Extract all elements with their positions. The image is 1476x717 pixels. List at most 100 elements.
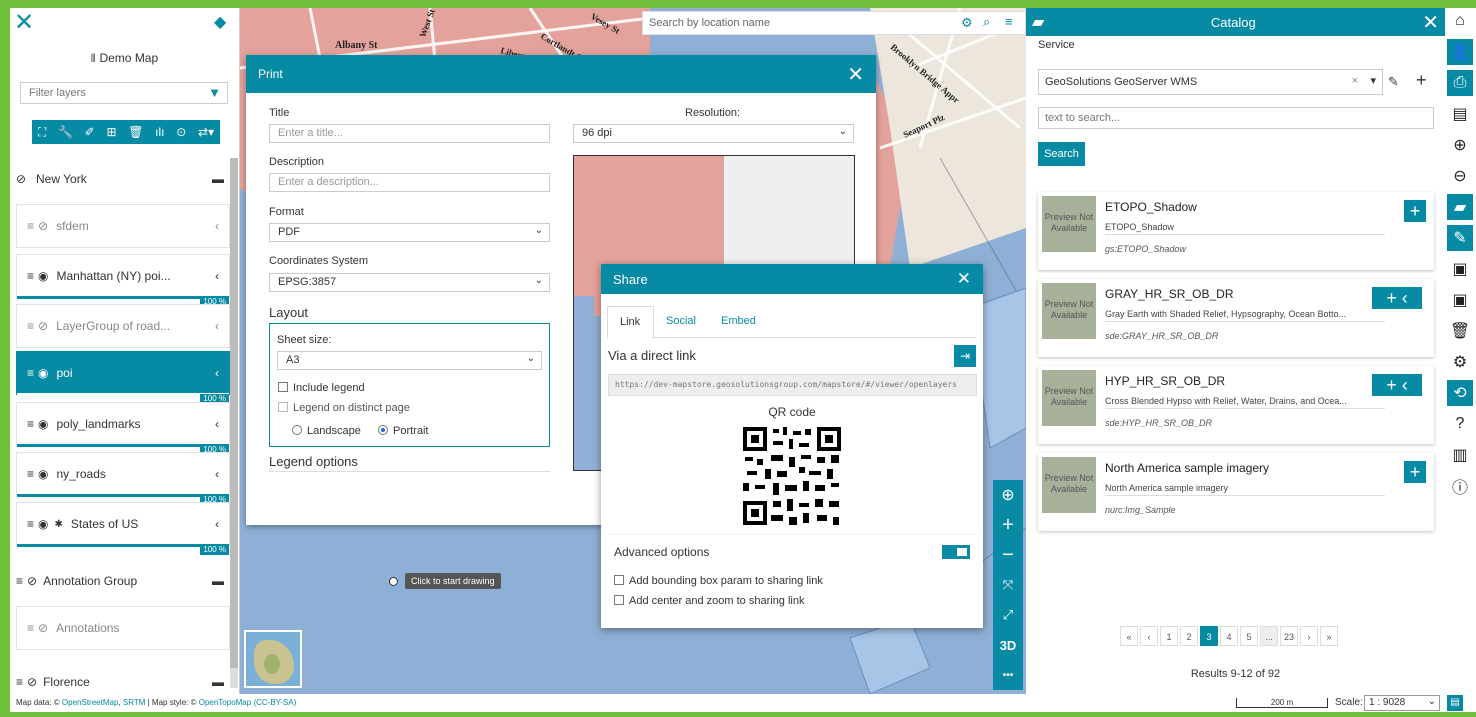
eye-icon[interactable]: ◉ [38, 417, 48, 431]
trash-icon[interactable]: 🗑 [1447, 318, 1473, 344]
settings-icon[interactable]: ⚙ [1447, 349, 1473, 375]
drag-handle-icon[interactable]: ≡ [27, 319, 34, 333]
chevron-left-icon[interactable]: ‹ [215, 517, 219, 531]
page-first[interactable]: « [1120, 626, 1138, 646]
search-icon[interactable]: ⌕ [983, 14, 990, 30]
eye-slash-icon[interactable]: ⊘ [16, 172, 30, 186]
page-next[interactable]: › [1300, 626, 1318, 646]
upload-icon[interactable]: ⊕ [1447, 132, 1473, 158]
share-icon[interactable]: ⟲ [1447, 380, 1473, 406]
wrench-icon[interactable]: 🔧 [58, 125, 73, 139]
drag-handle-icon[interactable]: ≡ [27, 366, 34, 380]
add-layer-button[interactable]: + ‹ [1372, 287, 1422, 309]
zoom-to-layer-icon[interactable]: ⛶ [38, 125, 46, 140]
format-select[interactable]: PDF ⌄ [269, 223, 550, 242]
opacity-slider[interactable] [17, 296, 229, 299]
locate-button[interactable]: ⊕ [993, 480, 1023, 510]
catalog-search-input[interactable]: text to search... [1038, 107, 1434, 129]
add-service-icon[interactable]: + [1416, 70, 1427, 91]
swap-icon[interactable]: ⇄▾ [198, 125, 214, 139]
license-link[interactable]: (CC-BY-SA) [253, 698, 296, 707]
chevron-left-icon[interactable]: ‹ [215, 417, 219, 431]
close-icon[interactable]: ✕ [14, 8, 34, 37]
trash-icon[interactable]: 🗑 [128, 125, 143, 139]
eye-icon[interactable]: ◉ [38, 517, 48, 531]
layer-ny-roads[interactable]: ≡ ◉ ny_roads ‹ 100 % [16, 452, 230, 505]
drag-handle-icon[interactable]: ≡ [27, 269, 34, 283]
download-icon[interactable]: ⊖ [1447, 163, 1473, 189]
page-2[interactable]: 2 [1180, 626, 1198, 646]
opacity-slider[interactable] [17, 393, 229, 396]
clear-icon[interactable]: × [1352, 75, 1358, 87]
layer-group-new-york[interactable]: ⊘ New York ▬ [10, 164, 230, 194]
layer-group-florence[interactable]: ≡ ⊘ Florence ▬ [10, 670, 230, 694]
chart-icon[interactable]: ılı [155, 125, 164, 139]
tab-embed[interactable]: Embed [721, 315, 756, 327]
eye-icon[interactable]: ◉ [38, 467, 48, 481]
add-layer-button[interactable]: + ‹ [1372, 374, 1422, 396]
tab-link[interactable]: Link [607, 306, 654, 339]
drag-handle-icon[interactable]: ≡ [27, 621, 34, 635]
chevron-down-icon[interactable]: ▾ [1370, 74, 1376, 87]
full-extent-button[interactable]: ⤧ [993, 570, 1023, 600]
layer-manhattan-poi[interactable]: ≡ ◉ Manhattan (NY) poi... ‹ 100 % [16, 254, 230, 307]
eye-slash-icon[interactable]: ⊘ [27, 675, 37, 689]
home-icon[interactable]: ⌂ [1447, 8, 1473, 34]
layer-group-annotation[interactable]: ≡ ⊘ Annotation Group ▬ [10, 566, 230, 596]
search-button[interactable]: Search [1038, 142, 1085, 166]
eye-slash-icon[interactable]: ⊘ [38, 621, 48, 635]
table-icon[interactable]: ⊞ [106, 125, 116, 139]
chevron-left-icon[interactable]: ‹ [215, 467, 219, 481]
chevron-left-icon[interactable]: ‹ [215, 269, 219, 283]
layer-poly-landmarks[interactable]: ≡ ◉ poly_landmarks ‹ 100 % [16, 402, 230, 455]
opentopomap-link[interactable]: OpenTopoMap [199, 698, 251, 707]
layer-annotations[interactable]: ≡ ⊘ Annotations [16, 606, 230, 650]
zoom-in-button[interactable]: + [993, 510, 1023, 540]
description-input[interactable]: Enter a description... [269, 173, 550, 192]
chevron-left-icon[interactable]: ‹ [215, 219, 219, 233]
layer-switcher-button[interactable]: ▤ [1447, 695, 1463, 711]
user-icon[interactable]: 👤 [1447, 39, 1473, 65]
layers-icon[interactable]: ◆ [214, 12, 226, 32]
opacity-slider[interactable] [17, 444, 229, 447]
copy-link-button[interactable]: ⇥ [954, 345, 976, 367]
book-icon[interactable]: ▥ [1447, 442, 1473, 468]
close-icon[interactable]: ✕ [1422, 10, 1439, 35]
page-prev[interactable]: ‹ [1140, 626, 1158, 646]
drag-handle-icon[interactable]: ≡ [27, 517, 34, 531]
layer-layergroup-roads[interactable]: ≡ ⊘ LayerGroup of road... ‹ [16, 304, 230, 348]
filter-layers-input[interactable]: Filter layers ▼ [20, 82, 228, 104]
close-icon[interactable]: ✕ [847, 62, 864, 87]
sheet-size-select[interactable]: A3 ⌄ [277, 351, 542, 370]
osm-link[interactable]: OpenStreetMap [62, 698, 118, 707]
scale-select[interactable]: 1 : 9028 ⌄ [1364, 695, 1440, 711]
page-5[interactable]: 5 [1240, 626, 1258, 646]
page-1[interactable]: 1 [1160, 626, 1178, 646]
legend-options-label[interactable]: Legend options [269, 454, 358, 469]
overview-map[interactable] [244, 630, 302, 688]
eye-icon[interactable]: ◉ [38, 269, 48, 283]
help-icon[interactable]: ? [1447, 411, 1473, 437]
bbox-checkbox[interactable]: Add bounding box param to sharing link [614, 575, 823, 587]
layer-poi[interactable]: ≡ ◉ poi ‹ 100 % [16, 351, 230, 404]
center-zoom-checkbox[interactable]: Add center and zoom to sharing link [614, 595, 805, 607]
more-button[interactable]: ••• [993, 660, 1023, 690]
include-legend-checkbox[interactable]: Include legend [278, 382, 365, 394]
style-icon[interactable]: ✐ [85, 125, 95, 139]
eye-slash-icon[interactable]: ⊘ [38, 219, 48, 233]
fullscreen-button[interactable]: ⤢ [993, 600, 1023, 630]
drag-handle-icon[interactable]: ≡ [16, 675, 23, 689]
gear-icon[interactable]: ⚙ [961, 15, 973, 31]
layer-sfdem[interactable]: ≡ ⊘ sfdem ‹ [16, 204, 230, 248]
drag-handle-icon[interactable]: ≡ [27, 467, 34, 481]
title-input[interactable]: Enter a title... [269, 124, 550, 143]
crs-select[interactable]: EPSG:3857 ⌄ [269, 273, 550, 292]
drag-handle-icon[interactable]: ≡ [27, 219, 34, 233]
page-3[interactable]: 3 [1200, 626, 1218, 646]
drag-handle-icon[interactable]: ≡ [27, 417, 34, 431]
page-4[interactable]: 4 [1220, 626, 1238, 646]
opacity-slider[interactable] [17, 494, 229, 497]
toc-scrollbar[interactable] [230, 158, 238, 688]
resolution-select[interactable]: 96 dpi ⌄ [573, 124, 854, 143]
info-icon[interactable]: ⓘ [1447, 473, 1473, 499]
